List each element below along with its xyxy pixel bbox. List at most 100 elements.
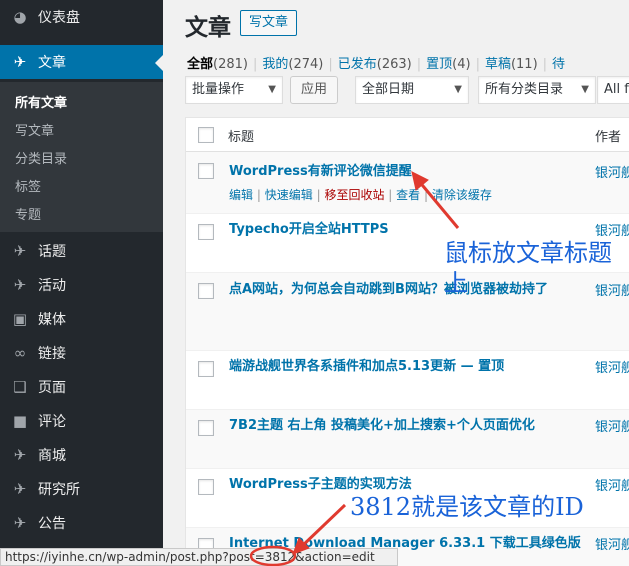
post-author-link[interactable]: 银河舰 xyxy=(595,162,629,181)
quick-edit-link[interactable]: 快速编辑 xyxy=(265,188,313,202)
filter-sticky[interactable]: 置顶 xyxy=(426,57,452,72)
row-checkbox[interactable] xyxy=(198,479,214,495)
submenu-write-post[interactable]: 写文章 xyxy=(15,120,54,139)
filter-more[interactable]: 待 xyxy=(552,57,565,72)
extra-filter-value: All f xyxy=(604,82,629,97)
menu-label: 仪表盘 xyxy=(38,10,80,26)
row-checkbox[interactable] xyxy=(198,420,214,436)
date-filter-value: 全部日期 xyxy=(362,82,415,97)
browser-status-bar: https://iyinhe.cn/wp-admin/post.php?post… xyxy=(0,548,398,566)
column-title-header[interactable]: 标题 xyxy=(228,126,254,145)
submenu-topics[interactable]: 专题 xyxy=(15,204,41,223)
menu-institute[interactable]: ✈ 研究所 xyxy=(0,472,163,506)
filter-separator: | xyxy=(252,57,258,72)
post-title-link[interactable]: WordPress有新评论微信提醒 xyxy=(229,162,579,182)
menu-label: 文章 xyxy=(38,55,66,71)
menu-announcements[interactable]: ✈ 公告 xyxy=(0,506,163,540)
menu-label: 商城 xyxy=(38,448,66,464)
category-filter-select[interactable]: 所有分类目录 ▼ xyxy=(478,76,596,104)
row-checkbox[interactable] xyxy=(198,163,214,179)
filter-separator: | xyxy=(542,57,548,72)
view-link[interactable]: 查看 xyxy=(396,188,420,202)
filter-published[interactable]: 已发布 xyxy=(338,57,377,72)
filter-sticky-count: (4) xyxy=(452,57,471,72)
menu-links[interactable]: ∞ 链接 xyxy=(0,336,163,370)
post-title-link[interactable]: 端游战舰世界各系插件和加点5.13更新 — 置顶 xyxy=(229,357,579,377)
admin-sidebar: ◕ 仪表盘 ✈ 文章 所有文章 写文章 分类目录 标签 专题 ✈ 话题 ✈ 活动… xyxy=(0,0,163,566)
menu-posts[interactable]: ✈ 文章 xyxy=(0,45,163,79)
bulk-actions-value: 批量操作 xyxy=(192,82,245,97)
purge-cache-link[interactable]: 清除该缓存 xyxy=(432,188,492,202)
submenu-tags[interactable]: 标签 xyxy=(15,176,41,195)
menu-label: 活动 xyxy=(38,278,66,294)
pushpin-icon: ✈ xyxy=(13,242,27,260)
submenu-categories[interactable]: 分类目录 xyxy=(15,148,67,167)
menu-topics[interactable]: ✈ 话题 xyxy=(0,234,163,268)
post-title-link[interactable]: 7B2主题 右上角 投稿美化+加上搜索+个人页面优化 xyxy=(229,416,579,436)
action-separator: | xyxy=(316,188,321,202)
action-separator: | xyxy=(388,188,393,202)
chevron-down-icon: ▼ xyxy=(454,84,462,95)
menu-dashboard[interactable]: ◕ 仪表盘 xyxy=(0,0,163,34)
chevron-down-icon: ▼ xyxy=(581,84,589,95)
filter-drafts[interactable]: 草稿 xyxy=(485,57,511,72)
dashboard-icon: ◕ xyxy=(13,8,27,26)
select-all-checkbox[interactable] xyxy=(198,127,214,143)
post-author-link[interactable]: 银河舰 xyxy=(595,357,629,376)
menu-media[interactable]: ▣ 媒体 xyxy=(0,302,163,336)
row-checkbox[interactable] xyxy=(198,283,214,299)
posts-submenu: 所有文章 写文章 分类目录 标签 专题 xyxy=(0,82,163,232)
filter-all-count: (281) xyxy=(213,57,248,72)
submenu-all-posts[interactable]: 所有文章 xyxy=(15,92,67,111)
menu-label: 公告 xyxy=(38,516,66,532)
column-author-header: 作者 xyxy=(595,130,622,145)
page-icon: ❑ xyxy=(13,378,27,396)
menu-label: 媒体 xyxy=(38,312,66,328)
pushpin-icon: ✈ xyxy=(13,514,27,532)
pushpin-icon: ✈ xyxy=(13,53,27,71)
row-actions: 编辑 | 快速编辑 | 移至回收站 | 查看 | 清除该缓存 xyxy=(229,186,492,203)
filter-published-count: (263) xyxy=(376,57,412,72)
post-author-link[interactable]: 银河舰 xyxy=(595,220,629,239)
extra-filter-select[interactable]: All f xyxy=(597,76,629,104)
menu-label: 链接 xyxy=(38,346,66,362)
trash-link[interactable]: 移至回收站 xyxy=(324,188,384,202)
media-icon: ▣ xyxy=(12,310,28,328)
menu-comments[interactable]: ■ 评论 xyxy=(0,404,163,438)
filter-drafts-count: (11) xyxy=(510,57,538,72)
post-author-link[interactable]: 银河舰 xyxy=(595,416,629,435)
table-row: 7B2主题 右上角 投稿美化+加上搜索+个人页面优化 银河舰 xyxy=(186,410,629,469)
chevron-down-icon: ▼ xyxy=(268,84,276,95)
active-indicator xyxy=(155,55,163,71)
bulk-actions-select[interactable]: 批量操作 ▼ xyxy=(185,76,283,104)
filter-separator: | xyxy=(416,57,422,72)
link-icon: ∞ xyxy=(13,344,27,362)
filter-mine[interactable]: 我的 xyxy=(262,57,288,72)
add-new-post-button[interactable]: 写文章 xyxy=(240,10,298,36)
filter-separator: | xyxy=(475,57,480,72)
comment-icon: ■ xyxy=(12,412,28,430)
post-title-link[interactable]: Typecho开启全站HTTPS xyxy=(229,220,579,240)
status-filter-links: 全部(281) | 我的(274) | 已发布(263) | 置顶(4) | 草稿(11) | 待 xyxy=(187,53,565,72)
table-row: WordPress有新评论微信提醒 银河舰 编辑 | 快速编辑 | 移至回收站 … xyxy=(186,152,629,214)
edit-link[interactable]: 编辑 xyxy=(229,188,253,202)
menu-label: 话题 xyxy=(38,244,66,260)
menu-label: 研究所 xyxy=(38,482,80,498)
apply-button[interactable]: 应用 xyxy=(290,76,339,104)
row-checkbox[interactable] xyxy=(198,224,214,240)
pushpin-icon: ✈ xyxy=(13,480,27,498)
action-separator: | xyxy=(424,188,429,202)
row-checkbox[interactable] xyxy=(198,361,214,377)
menu-activities[interactable]: ✈ 活动 xyxy=(0,268,163,302)
page-title: 文章 xyxy=(185,15,231,41)
hover-annotation: 鼠标放文章标题上 xyxy=(444,239,612,297)
post-author-link[interactable]: 银河舰 xyxy=(595,534,629,553)
date-filter-select[interactable]: 全部日期 ▼ xyxy=(355,76,469,104)
filter-all[interactable]: 全部 xyxy=(187,57,213,72)
table-row: 端游战舰世界各系插件和加点5.13更新 — 置顶 银河舰 xyxy=(186,351,629,410)
menu-pages[interactable]: ❑ 页面 xyxy=(0,370,163,404)
filter-mine-count: (274) xyxy=(288,57,324,72)
menu-shop[interactable]: ✈ 商城 xyxy=(0,438,163,472)
table-header: 标题 作者 xyxy=(186,118,629,152)
action-separator: | xyxy=(256,188,261,202)
